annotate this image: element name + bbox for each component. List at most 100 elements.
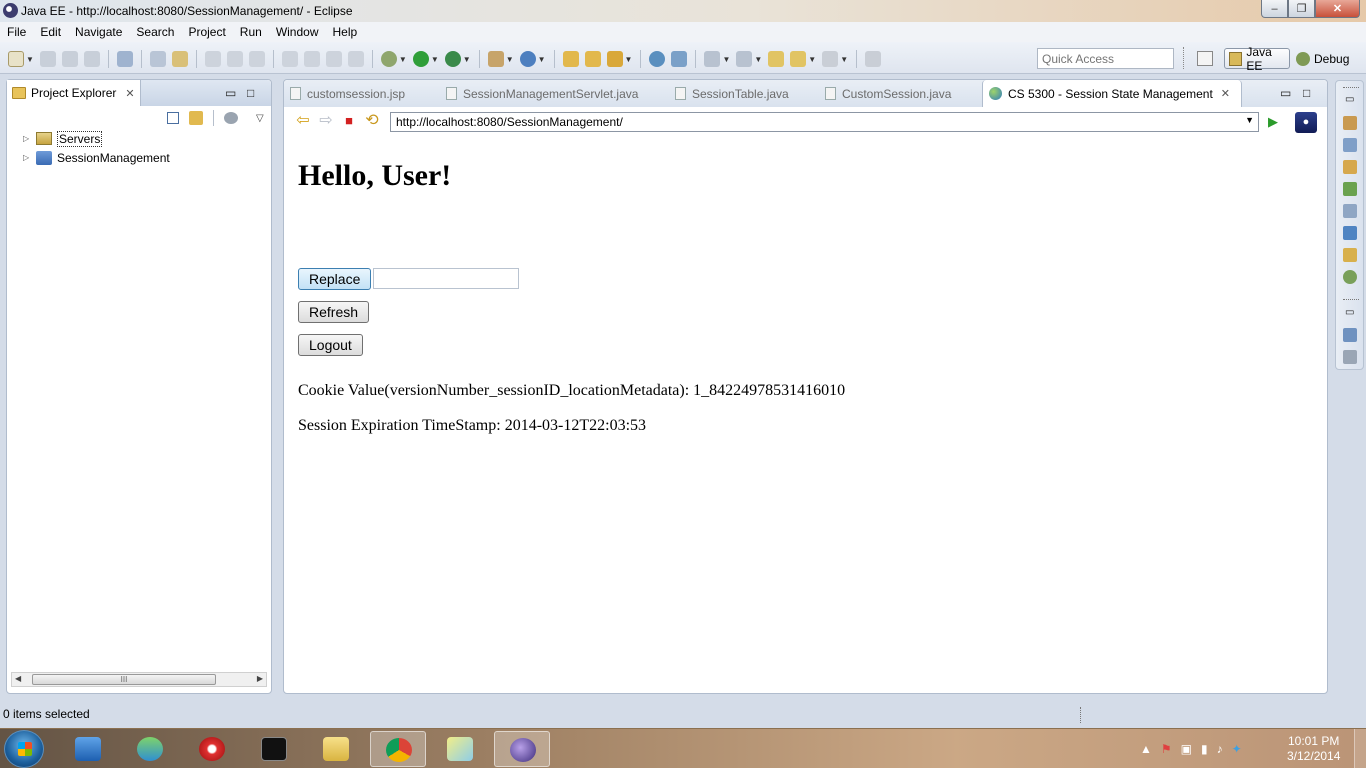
forward-arrow-icon[interactable]: ⇨ <box>317 113 335 131</box>
back-arrow-icon[interactable]: ⇦ <box>294 113 312 131</box>
start-button[interactable] <box>4 730 44 768</box>
restore-icon[interactable]: ▭ <box>1345 307 1354 318</box>
chevron-down-icon[interactable]: ▼ <box>808 55 816 64</box>
trim-handle[interactable] <box>1343 87 1359 90</box>
chevron-down-icon[interactable]: ▼ <box>754 55 762 64</box>
undo-icon[interactable] <box>226 51 243 67</box>
markers-icon[interactable] <box>1343 160 1357 174</box>
chevron-down-icon[interactable]: ▼ <box>431 55 439 64</box>
action-center-icon[interactable]: ⚑ <box>1161 742 1172 756</box>
maximize-window-button[interactable]: ❐ <box>1288 0 1315 18</box>
chevron-down-icon[interactable]: ▼ <box>399 55 407 64</box>
search-icon[interactable] <box>606 51 623 67</box>
close-window-button[interactable]: ✕ <box>1315 0 1360 18</box>
menu-file[interactable]: File <box>0 22 33 42</box>
menu-edit[interactable]: Edit <box>33 22 68 42</box>
web-services-icon[interactable] <box>671 51 688 67</box>
servers-view-icon[interactable] <box>1343 204 1357 218</box>
url-history-dropdown-icon[interactable]: ▼ <box>1245 115 1254 125</box>
redo-icon[interactable] <box>248 51 265 67</box>
properties-icon[interactable] <box>1343 182 1357 196</box>
java-ee-perspective-button[interactable]: Java EE <box>1224 45 1290 73</box>
view-menu-icon[interactable]: ▽ <box>256 113 264 124</box>
next-annotation-icon[interactable] <box>704 51 721 67</box>
tree-item-sessionmanagement[interactable]: ▷ SessionManagement <box>23 148 170 167</box>
tab-customsession-jsp[interactable]: customsession.jsp <box>284 80 432 107</box>
maximize-panel-button[interactable]: □ <box>247 86 254 100</box>
last-edit-location-icon[interactable] <box>768 51 785 67</box>
disconnect-icon[interactable] <box>347 51 364 67</box>
refresh-button[interactable]: Refresh <box>298 301 370 323</box>
web-browser-icon[interactable] <box>649 51 666 67</box>
link-with-editor-icon[interactable] <box>189 111 203 125</box>
menu-run[interactable]: Run <box>233 22 269 42</box>
chevron-down-icon[interactable]: ▼ <box>506 55 514 64</box>
chevron-down-icon[interactable]: ▼ <box>625 55 633 64</box>
close-icon[interactable]: ✕ <box>1221 87 1230 100</box>
dropbox-icon[interactable]: ✦ <box>1232 742 1242 756</box>
open-type-icon[interactable] <box>562 51 579 67</box>
tab-sessiontable-java[interactable]: SessionTable.java <box>669 80 809 107</box>
step-into-icon[interactable] <box>204 51 221 67</box>
task-list-icon[interactable] <box>1343 138 1357 152</box>
menu-search[interactable]: Search <box>129 22 181 42</box>
save-all-icon[interactable] <box>61 51 78 67</box>
device-icon[interactable]: ▣ <box>1181 742 1192 756</box>
show-desktop-button[interactable] <box>1354 729 1366 768</box>
taskbar-explorer[interactable] <box>308 731 364 767</box>
console-icon[interactable] <box>1343 270 1357 284</box>
resume-icon[interactable] <box>281 51 298 67</box>
minimize-panel-button[interactable]: ▭ <box>225 86 236 100</box>
toggle-mark-icon[interactable] <box>149 51 166 67</box>
maximize-editor-button[interactable]: □ <box>1303 86 1310 100</box>
logout-button[interactable]: Logout <box>298 334 363 356</box>
previous-annotation-icon[interactable] <box>736 51 753 67</box>
chevron-down-icon[interactable]: ▼ <box>26 55 34 64</box>
forward-icon[interactable] <box>822 51 839 67</box>
menu-window[interactable]: Window <box>269 22 326 42</box>
run-icon[interactable] <box>412 51 429 67</box>
horizontal-scrollbar[interactable]: ◀ III ▶ <box>11 672 267 687</box>
show-hidden-icons-icon[interactable]: ▲ <box>1140 742 1152 756</box>
go-icon[interactable]: ▶ <box>1268 114 1278 130</box>
expand-icon[interactable]: ▷ <box>23 134 31 143</box>
taskbar-chrome[interactable] <box>370 731 426 767</box>
tab-customsession-java[interactable]: CustomSession.java <box>819 80 969 107</box>
debug-icon[interactable] <box>380 51 397 67</box>
outline-view-icon[interactable] <box>1343 328 1357 342</box>
skip-breakpoints-icon[interactable] <box>116 51 133 67</box>
scroll-right-arrow-icon[interactable]: ▶ <box>257 674 263 683</box>
replace-text-input[interactable] <box>373 268 519 289</box>
task-view-icon[interactable] <box>1343 350 1357 364</box>
suspend-icon[interactable] <box>303 51 320 67</box>
new-java-class-icon[interactable] <box>519 51 536 67</box>
menu-project[interactable]: Project <box>181 22 232 42</box>
taskbar-sticky-notes[interactable] <box>432 731 488 767</box>
outline-icon[interactable] <box>1343 116 1357 130</box>
chevron-down-icon[interactable]: ▼ <box>840 55 848 64</box>
trim-handle[interactable] <box>1343 299 1359 302</box>
terminate-icon[interactable] <box>325 51 342 67</box>
stop-icon[interactable]: ■ <box>340 113 358 131</box>
open-perspective-icon[interactable] <box>1197 51 1213 66</box>
minimize-window-button[interactable]: – <box>1261 0 1288 18</box>
volume-muted-icon[interactable]: ♪ <box>1217 742 1223 756</box>
save-icon[interactable] <box>39 51 56 67</box>
debug-perspective-button[interactable]: Debug <box>1296 48 1349 69</box>
replace-button[interactable]: Replace <box>298 268 372 290</box>
taskbar-command-prompt[interactable] <box>246 731 302 767</box>
run-external-tool-icon[interactable] <box>444 51 461 67</box>
pin-editor-icon[interactable] <box>865 51 882 67</box>
eclipse-browser-icon[interactable]: ● <box>1295 112 1317 133</box>
refresh-icon[interactable]: ⟲ <box>363 113 381 131</box>
taskbar-messenger[interactable] <box>122 731 178 767</box>
tree-item-servers[interactable]: ▷ Servers <box>23 129 170 148</box>
close-icon[interactable]: ✕ <box>125 87 134 100</box>
restore-icon[interactable]: ▭ <box>1345 94 1354 105</box>
new-icon[interactable] <box>8 51 24 67</box>
scroll-left-arrow-icon[interactable]: ◀ <box>15 674 21 683</box>
chevron-down-icon[interactable]: ▼ <box>722 55 730 64</box>
menu-help[interactable]: Help <box>326 22 365 42</box>
scroll-thumb[interactable]: III <box>32 674 216 685</box>
new-server-icon[interactable] <box>487 51 504 67</box>
